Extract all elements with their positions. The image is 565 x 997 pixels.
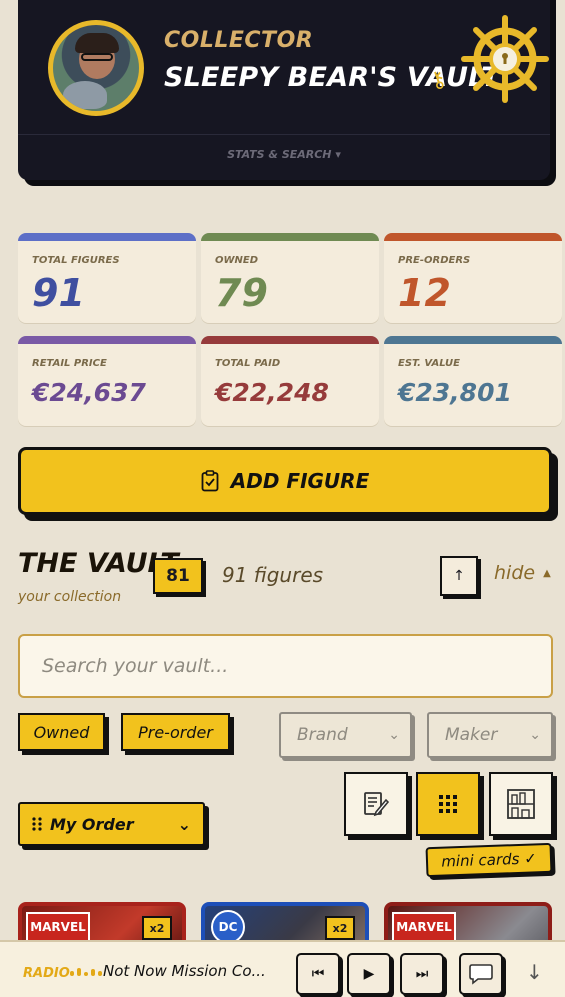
search-input[interactable] xyxy=(18,634,553,698)
play-button[interactable]: ▶ xyxy=(347,953,391,995)
mini-cards-toggle[interactable]: mini cards ✓ xyxy=(425,842,553,878)
stats-search-toggle[interactable]: STATS & SEARCH ▾ xyxy=(18,148,550,161)
view-grid-button[interactable] xyxy=(416,772,480,836)
stat-label: OWNED xyxy=(215,255,259,266)
vault-subtitle: your collection xyxy=(18,589,122,605)
add-figure-button[interactable]: ADD FIGURE xyxy=(18,447,552,515)
previous-track-button[interactable]: ⏮ xyxy=(296,953,340,995)
stat-label: TOTAL PAID xyxy=(215,358,281,369)
caret-up-icon: ▲ xyxy=(543,568,551,579)
drag-handle-icon xyxy=(32,817,42,831)
collector-label: COLLECTOR xyxy=(164,28,314,53)
stat-value: €22,248 xyxy=(215,378,329,407)
stat-card-pre-orders: PRE-ORDERS 12 xyxy=(384,233,562,323)
radio-track-title: Not Now Mission Co... xyxy=(103,962,266,980)
stat-value: €23,801 xyxy=(398,378,512,407)
header-divider xyxy=(18,134,550,135)
clipboard-icon xyxy=(201,470,219,492)
view-shelf-button[interactable] xyxy=(489,772,553,836)
brand-select-value: Brand xyxy=(297,725,348,745)
chevron-down-icon: ⌄ xyxy=(388,727,400,743)
stat-card-owned: OWNED 79 xyxy=(201,233,379,323)
shelf-icon xyxy=(507,789,535,819)
chat-bubble-icon xyxy=(469,964,493,985)
add-figure-label: ADD FIGURE xyxy=(230,469,370,493)
arrow-down-icon[interactable]: ↓ xyxy=(526,960,543,984)
stat-label: EST. VALUE xyxy=(398,358,461,369)
chevron-down-icon: ⌄ xyxy=(529,727,541,743)
maker-select[interactable]: Maker ⌄ xyxy=(427,712,553,758)
grid-icon xyxy=(439,795,457,813)
stat-label: TOTAL FIGURES xyxy=(32,255,120,266)
stat-label: PRE-ORDERS xyxy=(398,255,471,266)
radio-label: RADIO xyxy=(23,966,70,981)
chevron-down-icon: ⌄ xyxy=(177,814,191,834)
avatar[interactable] xyxy=(48,20,144,116)
brand-badge: DC xyxy=(211,910,245,944)
radio-player: RADIO Not Now Mission Co... ⏮ ▶ ⏭ ↓ xyxy=(0,940,565,997)
next-track-button[interactable]: ⏭ xyxy=(400,953,444,995)
hide-label: hide xyxy=(494,562,536,584)
chat-button[interactable] xyxy=(459,953,503,995)
ship-wheel-icon[interactable] xyxy=(460,14,550,104)
order-select-value: My Order xyxy=(50,814,134,834)
stat-card-retail-price: RETAIL PRICE €24,637 xyxy=(18,336,196,426)
stat-value: 12 xyxy=(398,271,451,315)
edit-list-icon xyxy=(364,792,390,817)
hide-toggle[interactable]: hide ▲ xyxy=(494,562,551,584)
stat-value: 91 xyxy=(32,271,85,315)
view-list-button[interactable] xyxy=(344,772,408,836)
vault-figures-count: 91 figures xyxy=(222,563,324,587)
stat-card-total-figures: TOTAL FIGURES 91 xyxy=(18,233,196,323)
stat-card-total-paid: TOTAL PAID €22,248 xyxy=(201,336,379,426)
filter-preorder-chip[interactable]: Pre-order xyxy=(121,713,230,751)
filter-owned-chip[interactable]: Owned xyxy=(18,713,105,751)
maker-select-value: Maker xyxy=(445,725,498,745)
brand-badge: MARVEL xyxy=(392,912,456,942)
scroll-up-button[interactable]: ↑ xyxy=(440,556,478,596)
stat-value: €24,637 xyxy=(32,378,146,407)
order-select[interactable]: My Order ⌄ xyxy=(18,802,205,846)
brand-badge: MARVEL xyxy=(26,912,90,942)
brand-select[interactable]: Brand ⌄ xyxy=(279,712,412,758)
stat-value: 79 xyxy=(215,271,268,315)
vault-header: COLLECTOR SLEEPY BEAR'S VAULT ⚷ STATS & … xyxy=(18,0,550,180)
equalizer-icon xyxy=(70,968,102,976)
quantity-badge: x2 xyxy=(142,916,172,940)
vault-count-badge: 81 xyxy=(153,558,203,594)
stat-label: RETAIL PRICE xyxy=(32,358,107,369)
stat-card-est-value: EST. VALUE €23,801 xyxy=(384,336,562,426)
quantity-badge: x2 xyxy=(325,916,355,940)
